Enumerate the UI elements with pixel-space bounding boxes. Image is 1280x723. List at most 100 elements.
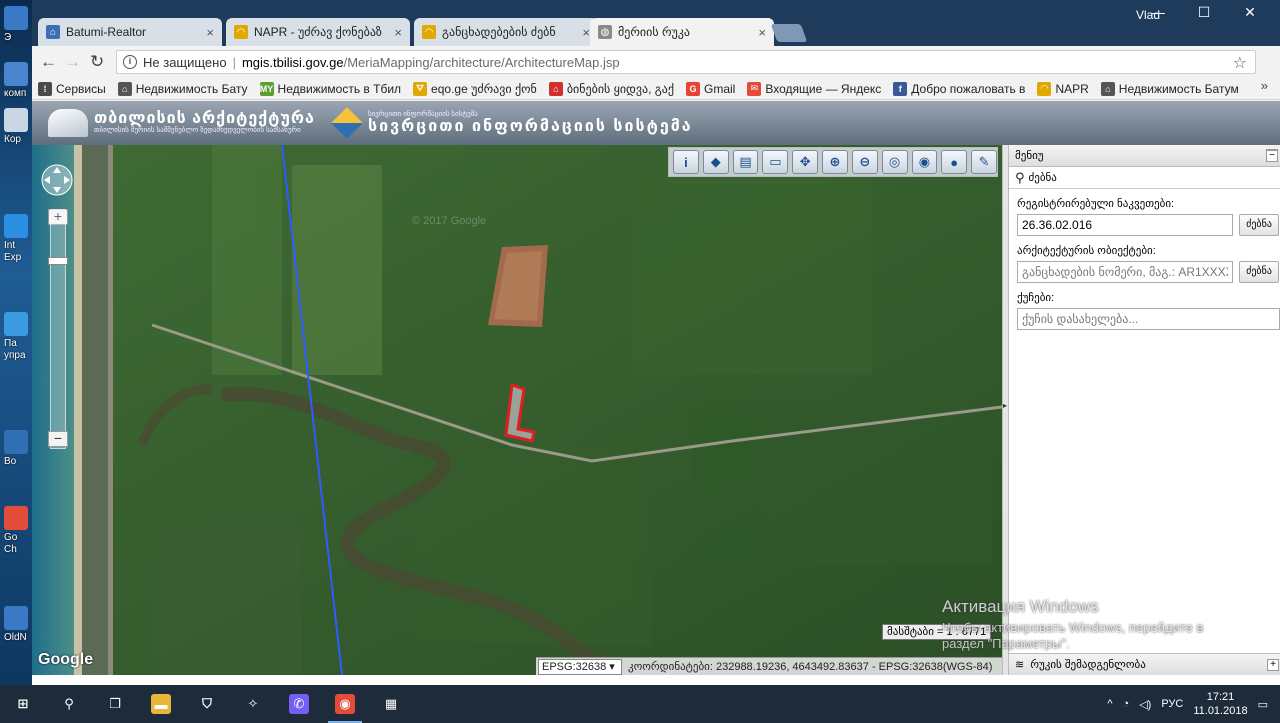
- projection-select[interactable]: EPSG:32638 ▾: [538, 658, 622, 675]
- task-view-button-icon: ❐: [109, 696, 121, 711]
- back-icon[interactable]: ←: [40, 52, 57, 72]
- bookmark-item[interactable]: G Gmail: [686, 81, 735, 96]
- close-window-icon[interactable]: ✕: [1230, 4, 1270, 21]
- architecture-objects-input[interactable]: [1017, 261, 1233, 283]
- bookmark-item[interactable]: ⌂ Недвижимость Батум: [1100, 81, 1239, 96]
- desktop-icon-label: Па упра: [4, 338, 26, 361]
- collapse-search-icon[interactable]: −: [1266, 150, 1278, 162]
- chrome-app[interactable]: ◉: [322, 685, 368, 723]
- start-button-icon: ⊞: [17, 696, 29, 711]
- tray-expand-icon[interactable]: ^: [1107, 698, 1112, 710]
- calculator-app[interactable]: ▦: [368, 685, 414, 723]
- identify-tool-icon[interactable]: ◆: [702, 150, 729, 174]
- search-architecture-button[interactable]: ძებნა: [1239, 261, 1279, 283]
- app-generic[interactable]: ✧: [230, 685, 276, 723]
- full-extent-tool-icon[interactable]: ●: [941, 150, 968, 174]
- layers-icon: ≋: [1015, 659, 1025, 671]
- zoom-slider[interactable]: [50, 209, 66, 449]
- zoom-out-button[interactable]: −: [48, 431, 68, 447]
- tab-title: მერიის რუკა: [618, 25, 690, 39]
- bookmark-item[interactable]: ◠ NAPR: [1037, 81, 1089, 96]
- tab-strip: ⌂ Batumi-Realtor × ◠ NAPR - უძრავ ქონებაზ × ◠ გ…: [32, 0, 1280, 46]
- streets-input[interactable]: [1017, 308, 1280, 330]
- viber-app[interactable]: ✆: [276, 685, 322, 723]
- bookmark-label: Недвижимость Бату: [135, 81, 248, 96]
- logo-mark-icon: [48, 109, 88, 137]
- store-app[interactable]: ⛉: [184, 685, 230, 723]
- clock[interactable]: 17:21 11.01.2018: [1193, 690, 1247, 718]
- site-header: თბილისის არქიტექტურა თბილისის მერიის სამ…: [32, 101, 1280, 145]
- browser-tab[interactable]: ◠ NAPR - უძრავ ქონებაზ ×: [226, 18, 410, 46]
- desktop-icon[interactable]: комп: [4, 62, 30, 100]
- layers-section-header[interactable]: ≋ რუკის შემადგენლობა +: [1009, 653, 1280, 675]
- map-view[interactable]: © 2017 Google i ◆ ▤ ▭ ✥ ⊕ ⊖ ◎ ◉ ● ✎ + − Google მას…: [32, 145, 1002, 675]
- reload-icon[interactable]: ↻: [90, 52, 104, 72]
- explorer-app[interactable]: ▬: [138, 685, 184, 723]
- zoom-next-tool-icon[interactable]: ◉: [911, 150, 938, 174]
- zoom-prev-tool-icon[interactable]: ◎: [881, 150, 908, 174]
- search-parcels-button[interactable]: ძებნა: [1239, 214, 1279, 236]
- browser-tab[interactable]: ◍ მერიის რუკა ×: [590, 18, 774, 46]
- start-button[interactable]: ⊞: [0, 685, 46, 723]
- desktop-icon-label: Go Ch: [4, 532, 18, 555]
- desktop-icon[interactable]: Кор: [4, 108, 30, 146]
- clear-tool-icon[interactable]: ✎: [971, 150, 997, 174]
- tab-close-icon[interactable]: ×: [394, 25, 402, 40]
- url-host: mgis.tbilisi.gov.ge: [241, 54, 344, 70]
- desktop-icon-label: Кор: [4, 134, 21, 145]
- bookmark-item[interactable]: ⌂ ბინების ყიდვა, გაქ: [548, 81, 674, 96]
- print-tool-icon[interactable]: ▤: [732, 150, 759, 174]
- wifi-icon[interactable]: ◔: [1123, 698, 1130, 710]
- more-bookmarks-icon[interactable]: »: [1261, 78, 1268, 93]
- desktop-app-icon: [4, 108, 28, 132]
- logo-gis[interactable]: სივრცითი ინფორმაციის სისტემა სივრცითი ინ…: [331, 107, 693, 139]
- logo-architecture[interactable]: თბილისის არქიტექტურა თბილისის მერიის სამ…: [48, 107, 315, 139]
- volume-icon[interactable]: ◁): [1139, 698, 1151, 711]
- browser-tab[interactable]: ⌂ Batumi-Realtor ×: [38, 18, 222, 46]
- search-button[interactable]: ⚲: [46, 685, 92, 723]
- info-tool-icon[interactable]: i: [673, 150, 699, 174]
- measure-tool-icon[interactable]: ▭: [762, 150, 789, 174]
- maximize-icon[interactable]: ☐: [1184, 4, 1224, 21]
- pan-control[interactable]: [40, 163, 74, 197]
- bookmark-item[interactable]: ⛛ eqo.ge უძრავი ქონ: [413, 81, 537, 96]
- bookmark-item[interactable]: f Добро пожаловать в: [893, 81, 1026, 96]
- zoom-slider-handle[interactable]: [48, 257, 68, 265]
- desktop-app-icon: [4, 312, 28, 336]
- pan-tool-icon[interactable]: ✥: [792, 150, 819, 174]
- desktop-icon[interactable]: OldN: [4, 606, 30, 644]
- url-input[interactable]: i Не защищено | mgis.tbilisi.gov.ge /Mer…: [116, 50, 1256, 74]
- bookmark-label: Добро пожаловать в: [911, 81, 1026, 96]
- browser-tab[interactable]: ◠ განცხადებების ძებნ ×: [414, 18, 598, 46]
- tab-close-icon[interactable]: ×: [582, 25, 590, 40]
- notifications-icon[interactable]: ▭: [1258, 698, 1268, 711]
- desktop-icon[interactable]: Bo: [4, 430, 30, 468]
- app-generic-icon: ✧: [247, 696, 259, 711]
- zoom-in-tool-icon[interactable]: ⊕: [822, 150, 848, 174]
- minimize-icon[interactable]: —: [1138, 4, 1178, 20]
- tab-close-icon[interactable]: ×: [758, 25, 766, 40]
- desktop-icon[interactable]: Int Exp: [4, 214, 30, 264]
- language-indicator[interactable]: РУС: [1161, 698, 1183, 710]
- desktop-icon[interactable]: Па упра: [4, 312, 30, 362]
- task-view-button[interactable]: ❐: [92, 685, 138, 723]
- bookmark-item[interactable]: MY Недвижимость в Тбил: [259, 81, 401, 96]
- bookmark-item[interactable]: ⁞ Сервисы: [38, 81, 106, 96]
- bookmark-favicon-icon: MY: [259, 81, 274, 96]
- registered-parcels-input[interactable]: [1017, 214, 1233, 236]
- desktop-app-icon: [4, 430, 28, 454]
- desktop-icon[interactable]: Э: [4, 6, 30, 44]
- forward-icon[interactable]: →: [64, 52, 81, 72]
- zoom-out-tool-icon[interactable]: ⊖: [851, 150, 878, 174]
- tab-title: NAPR - უძრავ ქონებაზ: [254, 25, 382, 39]
- bookmark-item[interactable]: ✉ Входящие — Яндекс: [747, 81, 881, 96]
- search-section-header[interactable]: ⚲ ძებნა −: [1009, 150, 1280, 189]
- bookmark-item[interactable]: ⌂ Недвижимость Бату: [117, 81, 248, 96]
- site-info-icon[interactable]: i: [123, 55, 137, 69]
- new-tab-button[interactable]: [770, 24, 808, 42]
- bookmark-star-icon[interactable]: ☆: [1233, 53, 1247, 73]
- tab-close-icon[interactable]: ×: [206, 25, 214, 40]
- desktop-icon[interactable]: Go Ch: [4, 506, 30, 556]
- streets-label: ქუჩები:: [1017, 292, 1055, 304]
- expand-layers-icon[interactable]: +: [1267, 659, 1279, 671]
